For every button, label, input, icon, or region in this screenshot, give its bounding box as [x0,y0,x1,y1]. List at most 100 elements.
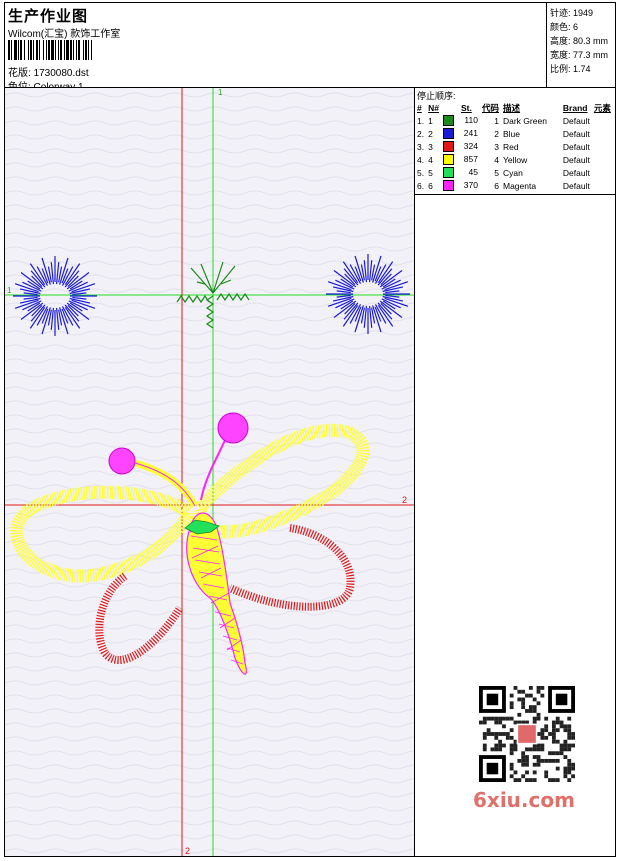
qr-module [559,724,564,729]
watermark-text: 6xiu.com [473,788,575,812]
qr-module [544,728,549,733]
qr-module [490,732,495,736]
color-swatch [442,154,454,166]
qr-module [551,739,556,744]
qr-module [567,735,572,740]
qr-module [525,778,529,782]
row-index: 1. [417,115,425,126]
qr-module [494,743,499,748]
qr-module [482,743,487,748]
qr-module [532,778,537,782]
qr-module [490,747,495,752]
row-brand: Default [562,128,590,139]
qr-module [567,778,572,782]
qr-module [567,716,572,721]
qr-module [563,774,568,779]
qr-module [563,747,568,752]
qr-module [509,751,514,756]
qr-module [551,778,556,782]
row-description: Dark Green [502,115,547,126]
qr-module [482,716,487,721]
qr-module [555,739,560,744]
qr-module [567,732,572,736]
qr-module [540,735,545,740]
barcode-bar [92,40,94,60]
qr-module [536,712,541,717]
qr-module [482,735,487,740]
qr-module [509,728,514,733]
qr-module [502,732,506,736]
qr-module [525,693,529,698]
guide-label-red-bottom: 2 [185,846,190,856]
qr-module [486,728,491,733]
qr-module [555,716,560,721]
qr-module [544,770,549,775]
qr-module [525,762,529,767]
qr-module [563,739,568,744]
guide-label-green-top: 1 [218,88,223,97]
qr-module [521,705,526,710]
design-height: 高度: 80.3 mm [550,36,609,46]
qr-module [528,747,533,752]
qr-module [551,758,556,763]
qr-module [513,770,518,775]
qr-module [571,732,575,736]
qr-module [567,724,572,729]
color-table-header: # N# St. 代码 描述 Brand 元素 [415,101,613,114]
embroidery-preview: 1 1 2 2 [5,88,414,856]
qr-module [513,778,518,782]
qr-module [548,778,552,782]
qr-module [551,720,556,725]
qr-module [540,693,545,698]
qr-module [525,709,529,713]
color-row: 4. 4 857 4 Yellow Default [415,153,613,166]
antenna-ball-right [217,412,249,444]
color-swatch [442,141,454,153]
qr-module [505,716,510,721]
qr-module [521,751,526,756]
qr-module [482,732,487,736]
color-count: 颜色: 6 [550,22,579,32]
row-index: 4. [417,154,425,165]
qr-module [567,758,572,763]
qr-module [536,689,541,694]
row-code: 2 [494,128,499,139]
qr-module [498,747,503,752]
qr-module [498,743,503,748]
qr-module [532,705,537,710]
qr-module [494,720,499,725]
qr-module [551,728,556,733]
qr-module [498,732,503,736]
row-element [592,179,613,192]
guide-label-green-left: 1 [7,286,12,295]
row-code: 6 [494,180,499,191]
qr-module [482,747,487,752]
qr-module [494,735,499,740]
qr-module [498,720,503,725]
qr-module [555,758,560,763]
qr-module [571,762,575,767]
row-stitches: 241 [463,127,478,138]
qr-module [559,720,564,725]
row-description: Yellow [502,154,528,165]
row-code: 4 [494,154,499,165]
qr-module [532,709,537,713]
qr-module [548,732,552,736]
qr-code [479,686,575,782]
qr-module [521,697,526,702]
color-swatch [442,115,454,127]
qr-module [567,762,572,767]
col-header-index: # [417,102,422,113]
qr-module [528,693,533,698]
qr-module [536,686,541,690]
row-description: Red [502,141,519,152]
qr-module [555,766,560,771]
qr-module [494,747,499,752]
page-title: 生产作业图 [8,8,89,25]
qr-module [544,724,549,729]
qr-module [551,732,556,736]
qr-module [525,758,529,763]
qr-module [544,735,549,740]
row-code: 3 [494,141,499,152]
row-brand: Default [562,180,590,191]
